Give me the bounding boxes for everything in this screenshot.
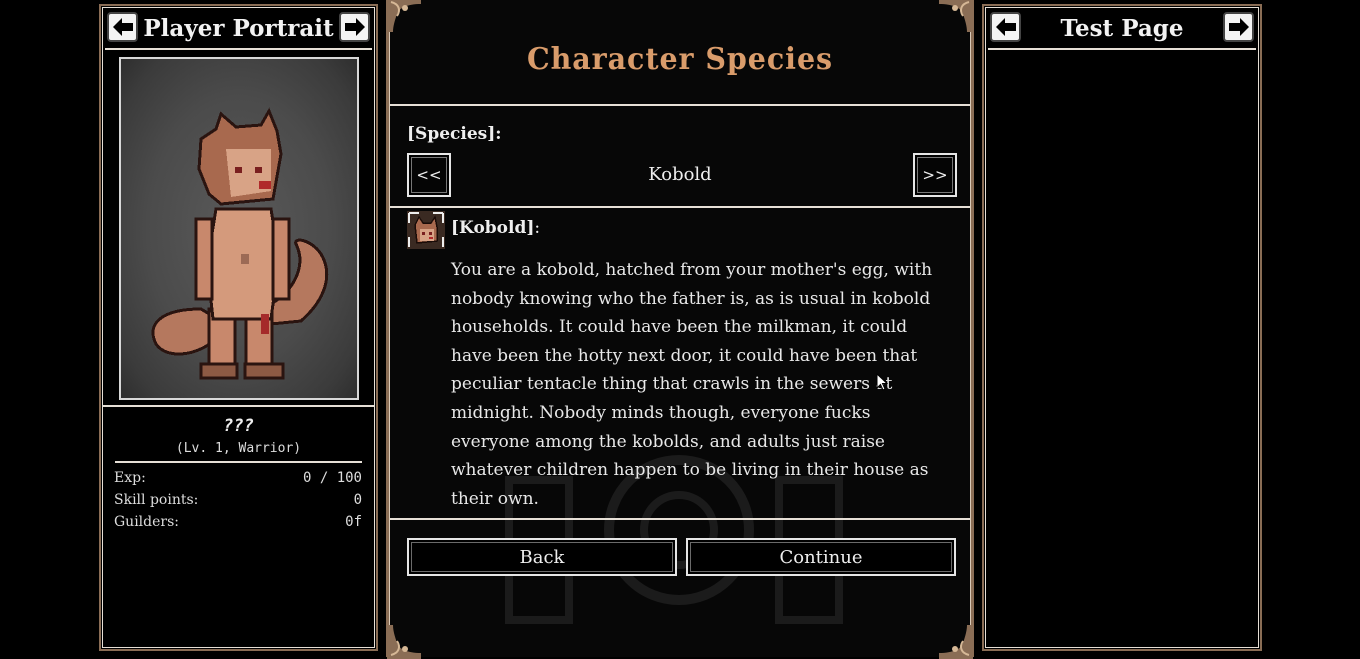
arrow-left-icon — [995, 18, 1016, 36]
panel-title: Test Page — [1060, 14, 1184, 42]
mouse-cursor-icon — [876, 373, 888, 391]
species-label: [Species]: — [407, 124, 502, 144]
description-divider — [390, 518, 970, 520]
ornament-corner-icon — [387, 625, 421, 659]
stat-value: 0 — [353, 492, 362, 508]
back-button[interactable]: Back — [407, 538, 677, 576]
ornament-corner-icon — [387, 0, 421, 32]
ornament-corner-icon — [939, 0, 973, 32]
title-divider — [390, 104, 970, 106]
stat-value: 0 / 100 — [302, 470, 362, 486]
test-page-next-button[interactable] — [1223, 12, 1254, 42]
stats-divider — [115, 461, 362, 463]
test-page-prev-button[interactable] — [990, 12, 1021, 42]
selector-divider — [390, 206, 970, 208]
character-level-class: (Lv. 1, Warrior) — [175, 441, 302, 456]
species-heading-name: [Kobold] — [451, 218, 535, 238]
stat-label: Exp: — [114, 470, 146, 486]
stat-row-exp: Exp: 0 / 100 — [114, 468, 362, 488]
continue-button[interactable]: Continue — [686, 538, 956, 576]
ornament-corner-icon — [939, 625, 973, 659]
arrow-right-icon — [1228, 18, 1249, 36]
portrait-divider — [103, 405, 374, 407]
player-portrait-image — [119, 57, 359, 400]
character-name: ??? — [223, 416, 254, 436]
player-portrait-panel: Player Portrait ??? (Lv. 1, Warrior) Exp… — [99, 4, 378, 651]
page-title: Character Species — [526, 42, 834, 77]
arrow-left-icon — [112, 18, 133, 36]
player-portrait-header: Player Portrait — [105, 8, 372, 50]
stat-label: Skill points: — [114, 492, 199, 508]
species-heading-colon: : — [534, 218, 541, 238]
selected-species: Kobold — [648, 164, 712, 185]
portrait-next-button[interactable] — [339, 12, 370, 42]
species-description-heading: [Kobold]: — [451, 218, 540, 238]
stat-label: Guilders: — [114, 514, 179, 530]
character-species-panel: Character Species [Species]: << Kobold >… — [386, 0, 974, 659]
previous-species-button[interactable]: << — [407, 153, 451, 197]
test-page-panel: Test Page — [982, 4, 1262, 651]
stat-row-skill-points: Skill points: 0 — [114, 490, 362, 510]
arrow-right-icon — [344, 18, 365, 36]
test-page-header: Test Page — [988, 8, 1256, 50]
panel-title: Player Portrait — [143, 14, 334, 42]
kobold-sprite — [151, 107, 329, 380]
portrait-prev-button[interactable] — [107, 12, 138, 42]
stat-value: 0f — [345, 514, 362, 530]
stat-row-guilders: Guilders: 0f — [114, 512, 362, 532]
kobold-portrait-icon — [407, 211, 445, 249]
next-species-button[interactable]: >> — [913, 153, 957, 197]
